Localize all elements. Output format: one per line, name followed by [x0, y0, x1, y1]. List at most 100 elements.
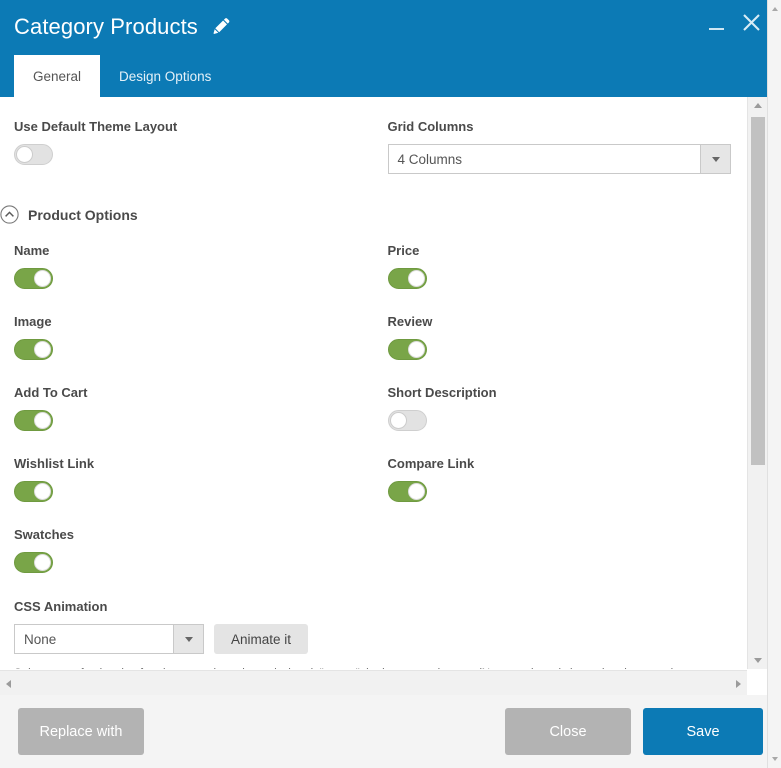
css-animation-select[interactable]: None	[14, 624, 204, 654]
form-column-left: Name	[0, 243, 374, 314]
css-animation-controls: None Animate it	[14, 624, 731, 654]
dialog-body: Use Default Theme Layout Grid Columns 4 …	[0, 97, 781, 695]
content-horizontal-scrollbar[interactable]	[0, 670, 747, 695]
form-column-right: Price	[374, 243, 748, 314]
dialog-header: Category Products General Design Options	[0, 0, 781, 97]
scroll-up-arrow-icon[interactable]	[748, 97, 768, 114]
toggle-knob	[34, 412, 51, 429]
save-button[interactable]: Save	[643, 708, 763, 755]
chevron-down-icon[interactable]	[700, 144, 731, 174]
toggle-knob	[34, 270, 51, 287]
field-label: Short Description	[387, 385, 497, 400]
replace-with-button[interactable]: Replace with	[18, 708, 144, 755]
css-animation-help-text: Select type of animation for element to …	[14, 667, 731, 669]
form-column-left: Use Default Theme Layout	[0, 119, 374, 199]
animate-it-button[interactable]: Animate it	[214, 624, 309, 654]
toggle-name[interactable]	[14, 268, 53, 289]
form-row: Add To Cart Short Description	[0, 385, 747, 456]
form-column-right: Short Description	[374, 385, 748, 456]
field-label: Wishlist Link	[14, 456, 95, 471]
grid-columns-select[interactable]: 4 Columns	[387, 144, 731, 174]
tab-bar: General Design Options	[14, 55, 230, 97]
toggle-knob	[16, 146, 33, 163]
settings-content-pane: Use Default Theme Layout Grid Columns 4 …	[0, 97, 747, 669]
field-review: Review	[387, 314, 732, 360]
css-animation-value: None	[14, 624, 173, 654]
content-vertical-scrollbar[interactable]	[747, 97, 767, 669]
tab-design-options-label: Design Options	[119, 68, 212, 84]
form-column-right: Review	[374, 314, 748, 385]
field-label: Name	[14, 243, 50, 258]
field-label: Review	[387, 314, 433, 329]
toggle-knob	[407, 483, 425, 500]
toggle-add-to-cart[interactable]	[14, 410, 53, 431]
page-scroll-up-arrow-icon[interactable]	[768, 2, 781, 16]
toggle-review[interactable]	[387, 339, 427, 360]
field-compare-link: Compare Link	[387, 456, 732, 502]
dialog-footer: Replace with Close Save	[0, 695, 781, 768]
field-wishlist-link: Wishlist Link	[14, 456, 358, 502]
form-column-right: Compare Link	[374, 456, 748, 527]
form-row: Image Review	[0, 314, 747, 385]
toggle-price[interactable]	[387, 268, 427, 289]
field-use-default-theme-layout: Use Default Theme Layout	[14, 119, 358, 165]
form-row: Use Default Theme Layout Grid Columns 4 …	[0, 119, 747, 199]
toggle-use-default-theme-layout[interactable]	[14, 144, 53, 165]
toggle-knob	[34, 483, 51, 500]
close-button[interactable]: Close	[505, 708, 631, 755]
field-label: Compare Link	[387, 456, 475, 471]
section-product-options[interactable]: Product Options	[0, 205, 747, 224]
toggle-short-description[interactable]	[387, 410, 427, 431]
tab-general[interactable]: General	[14, 55, 101, 97]
page-vertical-scrollbar[interactable]	[767, 0, 781, 768]
toggle-knob	[407, 341, 425, 358]
field-price: Price	[387, 243, 732, 289]
toggle-image[interactable]	[14, 339, 53, 360]
form-column-right: Grid Columns 4 Columns	[374, 119, 748, 199]
chevron-down-icon[interactable]	[173, 624, 204, 654]
toggle-compare-link[interactable]	[387, 481, 427, 502]
toggle-swatches[interactable]	[14, 552, 53, 573]
field-image: Image	[14, 314, 358, 360]
page-scroll-down-arrow-icon[interactable]	[768, 752, 781, 766]
field-label: Price	[387, 243, 420, 258]
toggle-wishlist-link[interactable]	[14, 481, 53, 502]
form-row: CSS Animation None Animate it Select typ…	[0, 599, 747, 669]
tab-design-options[interactable]: Design Options	[100, 55, 230, 97]
field-label: Grid Columns	[387, 119, 474, 134]
category-products-dialog: Category Products General Design Options…	[0, 0, 781, 768]
toggle-knob	[34, 554, 51, 571]
field-label: CSS Animation	[14, 599, 108, 614]
form-column-left: Add To Cart	[0, 385, 374, 456]
scroll-down-arrow-icon[interactable]	[748, 652, 768, 669]
window-controls	[707, 12, 761, 34]
section-label: Product Options	[28, 206, 138, 223]
form-column-left: Swatches	[0, 527, 374, 599]
minimize-icon[interactable]	[707, 12, 727, 34]
grid-columns-value: 4 Columns	[387, 144, 700, 174]
settings-form: Use Default Theme Layout Grid Columns 4 …	[0, 97, 747, 669]
page-title-text: Category Products	[14, 14, 198, 39]
scroll-left-arrow-icon[interactable]	[0, 671, 17, 695]
field-label: Use Default Theme Layout	[14, 119, 178, 134]
field-css-animation: CSS Animation None Animate it Select typ…	[0, 599, 747, 669]
pencil-icon[interactable]	[213, 17, 232, 36]
field-add-to-cart: Add To Cart	[14, 385, 358, 431]
field-label: Image	[14, 314, 52, 329]
tab-general-label: General	[33, 68, 82, 84]
field-swatches: Swatches	[14, 527, 358, 573]
toggle-knob	[407, 270, 425, 287]
field-name: Name	[14, 243, 358, 289]
form-column-left: Image	[0, 314, 374, 385]
scroll-right-arrow-icon[interactable]	[730, 671, 747, 695]
close-icon[interactable]	[741, 12, 761, 34]
form-row: Swatches	[0, 527, 747, 599]
field-grid-columns: Grid Columns 4 Columns	[387, 119, 731, 174]
field-label: Add To Cart	[14, 385, 88, 400]
form-column-left: Wishlist Link	[0, 456, 374, 527]
vertical-scrollbar-thumb[interactable]	[751, 117, 765, 465]
form-column-right	[374, 527, 748, 599]
toggle-knob	[34, 341, 51, 358]
field-short-description: Short Description	[387, 385, 732, 431]
form-row: Wishlist Link Compare Link	[0, 456, 747, 527]
